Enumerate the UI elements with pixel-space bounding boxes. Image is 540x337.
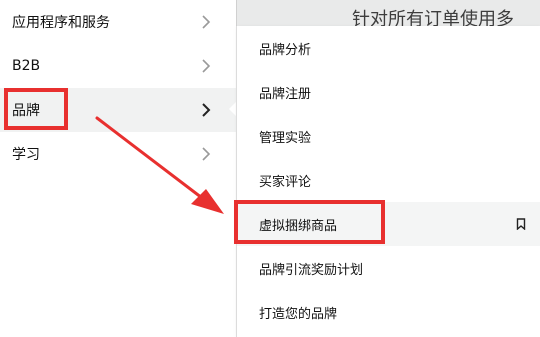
- submenu-item-label: 买家评论: [259, 174, 312, 190]
- submenu-item-build-your-brand[interactable]: 打造您的品牌: [237, 290, 540, 334]
- nav-item-label: 学习: [12, 147, 40, 163]
- nav-item-b2b[interactable]: B2B: [0, 44, 236, 88]
- submenu-item-brand-registry[interactable]: 品牌注册: [237, 70, 540, 114]
- bookmark-icon[interactable]: [516, 218, 526, 230]
- brand-submenu: 品牌分析 品牌注册 管理实验 买家评论 虚拟捆绑商品 品牌引流奖励计划 打造您的…: [237, 26, 540, 337]
- submenu-item-label: 管理实验: [259, 130, 312, 146]
- submenu-item-label: 品牌引流奖励计划: [259, 262, 364, 278]
- chevron-right-icon: [202, 103, 211, 117]
- annotation-box-virtual-bundles: [234, 200, 385, 244]
- submenu-item-label: 品牌分析: [259, 42, 312, 58]
- nav-item-apps-services[interactable]: 应用程序和服务: [0, 0, 236, 44]
- chevron-right-icon: [202, 59, 211, 73]
- left-nav-menu: 应用程序和服务 B2B 品牌 学习: [0, 0, 236, 337]
- submenu-item-label: 品牌注册: [259, 86, 312, 102]
- chevron-right-icon: [202, 15, 211, 29]
- submenu-item-customer-reviews[interactable]: 买家评论: [237, 158, 540, 202]
- submenu-item-brand-referral-bonus[interactable]: 品牌引流奖励计划: [237, 246, 540, 290]
- submenu-item-brand-analytics[interactable]: 品牌分析: [237, 26, 540, 70]
- submenu-pointer: [229, 101, 237, 117]
- annotation-box-brand: [4, 88, 68, 130]
- nav-item-label: 应用程序和服务: [12, 15, 110, 31]
- chevron-right-icon: [202, 147, 211, 161]
- submenu-item-label: 打造您的品牌: [259, 306, 338, 322]
- nav-item-learn[interactable]: 学习: [0, 132, 236, 176]
- submenu-item-manage-experiments[interactable]: 管理实验: [237, 114, 540, 158]
- nav-item-label: B2B: [12, 58, 41, 74]
